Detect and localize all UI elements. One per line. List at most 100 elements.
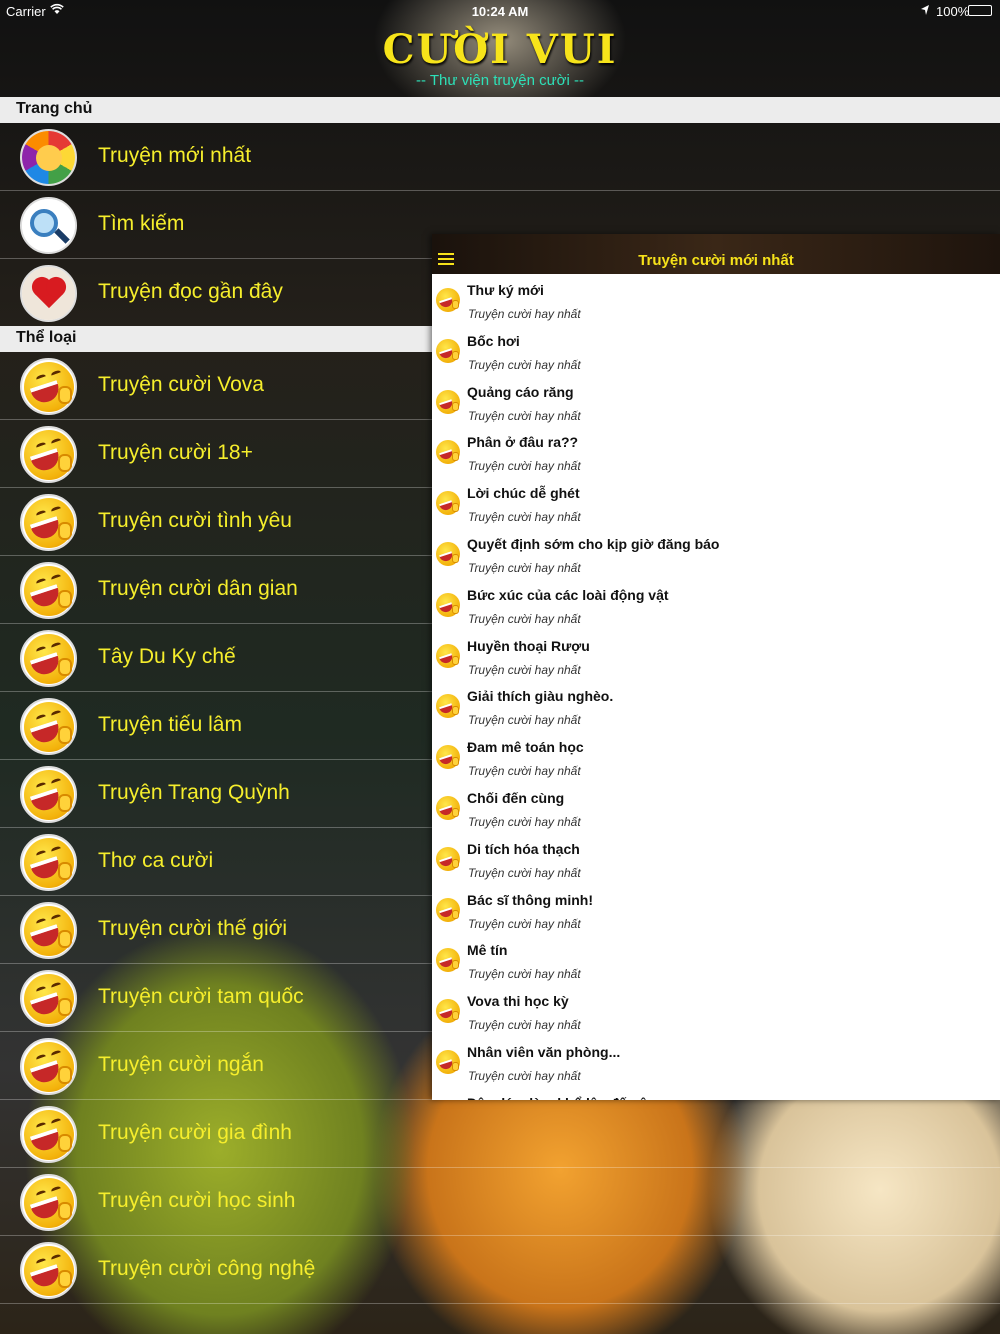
category-item-label: Truyện cười học sinh (98, 1189, 296, 1212)
story-title: Phân ở đâu ra?? (467, 434, 579, 451)
category-item[interactable]: Truyện cười gia đình (0, 1100, 1000, 1168)
story-category: Truyện cười hay nhất (468, 357, 581, 372)
category-item[interactable]: Truyện cười công nghệ (0, 1236, 1000, 1304)
laughing-face-icon (436, 999, 460, 1024)
battery-icon (968, 5, 992, 16)
category-item-label: Truyện cười thế giới (98, 917, 288, 940)
story-category: Truyện cười hay nhất (468, 560, 581, 575)
story-row[interactable]: Giải thích giàu nghèo. Truyện cười hay nh… (432, 680, 1000, 731)
story-row[interactable]: Quảng cáo răng Truyện cười hay nhất (432, 376, 1000, 427)
laughing-face-icon (20, 1174, 77, 1231)
story-category: Truyện cười hay nhất (468, 611, 581, 626)
category-item-label: Truyện cười dân gian (98, 577, 298, 600)
story-row[interactable]: Thư ký mới Truyện cười hay nhất (432, 274, 1000, 325)
story-row[interactable]: Quyết định sớm cho kịp giờ đăng báo Truyệ… (432, 528, 1000, 579)
laughing-face-icon (436, 745, 460, 770)
story-title: Quảng cáo răng (467, 383, 574, 400)
story-title: Chối đến cùng (467, 789, 565, 806)
laughing-face-icon (20, 902, 77, 959)
story-row[interactable]: Dây dám làm khổ lâu đến ông (432, 1087, 1000, 1100)
clock: 10:24 AM (471, 4, 529, 19)
story-row[interactable]: Phân ở đâu ra?? Truyện cười hay nhất (432, 426, 1000, 477)
story-row[interactable]: Bốc hơi Truyện cười hay nhất (432, 325, 1000, 376)
laughing-face-icon (436, 389, 460, 414)
menu-item-label: Truyện mới nhất (98, 144, 252, 167)
story-category: Truyện cười hay nhất (468, 814, 581, 829)
laughing-face-icon (436, 592, 460, 617)
story-title: Dây dám làm khổ lâu đến ông (467, 1095, 665, 1100)
story-title: Giải thích giàu nghèo. (467, 688, 614, 705)
search-icon (20, 197, 77, 254)
category-item-label: Truyện Trạng Quỳnh (98, 781, 290, 804)
laughing-face-icon (20, 358, 77, 415)
laughing-face-icon (436, 440, 460, 465)
story-title: Bức xúc của các loài động vật (467, 586, 669, 603)
category-item-label: Truyện cười Vova (98, 373, 264, 396)
clown-icon (20, 129, 77, 186)
laughing-face-icon (20, 630, 77, 687)
story-row[interactable]: Bức xúc của các loài động vật Truyện cười… (432, 579, 1000, 630)
panel-nav-bar: Truyện cười mới nhất (432, 234, 1000, 274)
category-item[interactable]: Truyện cười học sinh (0, 1168, 1000, 1236)
laughing-face-icon (436, 897, 460, 922)
menu-item-label: Tìm kiếm (98, 212, 185, 235)
story-category: Truyện cười hay nhất (468, 967, 581, 982)
laughing-face-icon (436, 541, 460, 566)
story-row[interactable]: Đam mê toán học Truyện cười hay nhất (432, 731, 1000, 782)
story-category: Truyện cười hay nhất (468, 510, 581, 525)
story-title: Nhân viên văn phòng... (467, 1043, 621, 1060)
story-row[interactable]: Lời chúc dễ ghét Truyện cười hay nhất (432, 477, 1000, 528)
laughing-face-icon (436, 846, 460, 871)
story-category: Truyện cười hay nhất (468, 764, 581, 779)
story-title: Mê tín (467, 942, 508, 959)
battery-percent: 100% (936, 4, 970, 19)
story-title: Bốc hơi (467, 332, 520, 349)
story-row[interactable]: Mê tín Truyện cười hay nhất (432, 934, 1000, 985)
category-item-label: Truyện cười gia đình (98, 1121, 292, 1144)
story-title: Huyền thoại Rượu (467, 637, 590, 654)
story-title: Lời chúc dễ ghét (467, 485, 580, 502)
story-title: Di tích hóa thạch (467, 840, 580, 857)
category-item-label: Truyện cười 18+ (98, 441, 253, 464)
category-item-label: Thơ ca cười (98, 849, 214, 872)
story-row[interactable]: Nhân viên văn phòng... Truyện cười hay nh… (432, 1036, 1000, 1087)
story-title: Quyết định sớm cho kịp giờ đăng báo (467, 535, 720, 552)
laughing-face-icon (436, 491, 460, 516)
story-list: Thư ký mới Truyện cười hay nhất Bốc hơi Tru… (432, 274, 1000, 1100)
story-category: Truyện cười hay nhất (468, 1068, 581, 1083)
status-bar: Carrier 10:24 AM 100% (0, 0, 1000, 22)
story-category: Truyện cười hay nhất (468, 662, 581, 677)
app-title: CƯỜI VUI (382, 26, 618, 73)
story-row[interactable]: Vova thi học kỳ Truyện cười hay nhất (432, 985, 1000, 1036)
laughing-face-icon (20, 834, 77, 891)
heart-icon (20, 265, 77, 322)
story-row[interactable]: Bác sĩ thông minh! Truyện cười hay nhất (432, 884, 1000, 935)
story-row[interactable]: Huyền thoại Rượu Truyện cười hay nhất (432, 630, 1000, 681)
app-subtitle: -- Thư viện truyện cười -- (415, 72, 584, 89)
category-item-label: Truyện cười tình yêu (98, 509, 292, 532)
location-arrow-icon (921, 5, 929, 15)
story-title: Bác sĩ thông minh! (467, 891, 593, 908)
story-title: Vova thi học kỳ (467, 993, 569, 1010)
category-item-label: Truyện cười ngắn (98, 1053, 264, 1076)
laughing-face-icon (436, 643, 460, 668)
laughing-face-icon (436, 288, 460, 312)
section-header-home: Trang chủ (0, 97, 1000, 123)
story-row[interactable]: Chối đến cùng Truyện cười hay nhất (432, 782, 1000, 833)
category-item-label: Truyện tiếu lâm (98, 713, 242, 736)
laughing-face-icon (20, 562, 77, 619)
story-category: Truyện cười hay nhất (468, 307, 581, 321)
story-title: Thư ký mới (467, 282, 544, 298)
menu-item-newest[interactable]: Truyện mới nhất (0, 123, 1000, 191)
laughing-face-icon (436, 338, 460, 363)
story-category: Truyện cười hay nhất (468, 408, 581, 423)
laughing-face-icon (436, 948, 460, 973)
story-category: Truyện cười hay nhất (468, 916, 581, 931)
newest-stories-panel: Truyện cười mới nhất Thư ký mới Truyện cư… (432, 234, 1000, 1100)
category-item-label: Truyện cười công nghệ (98, 1257, 316, 1280)
laughing-face-icon (436, 795, 460, 820)
category-item-label: Truyện cười tam quốc (98, 985, 304, 1008)
story-row[interactable]: Di tích hóa thạch Truyện cười hay nhất (432, 833, 1000, 884)
panel-title: Truyện cười mới nhất (638, 252, 794, 269)
category-item-label: Tây Du Ky chế (98, 645, 236, 668)
